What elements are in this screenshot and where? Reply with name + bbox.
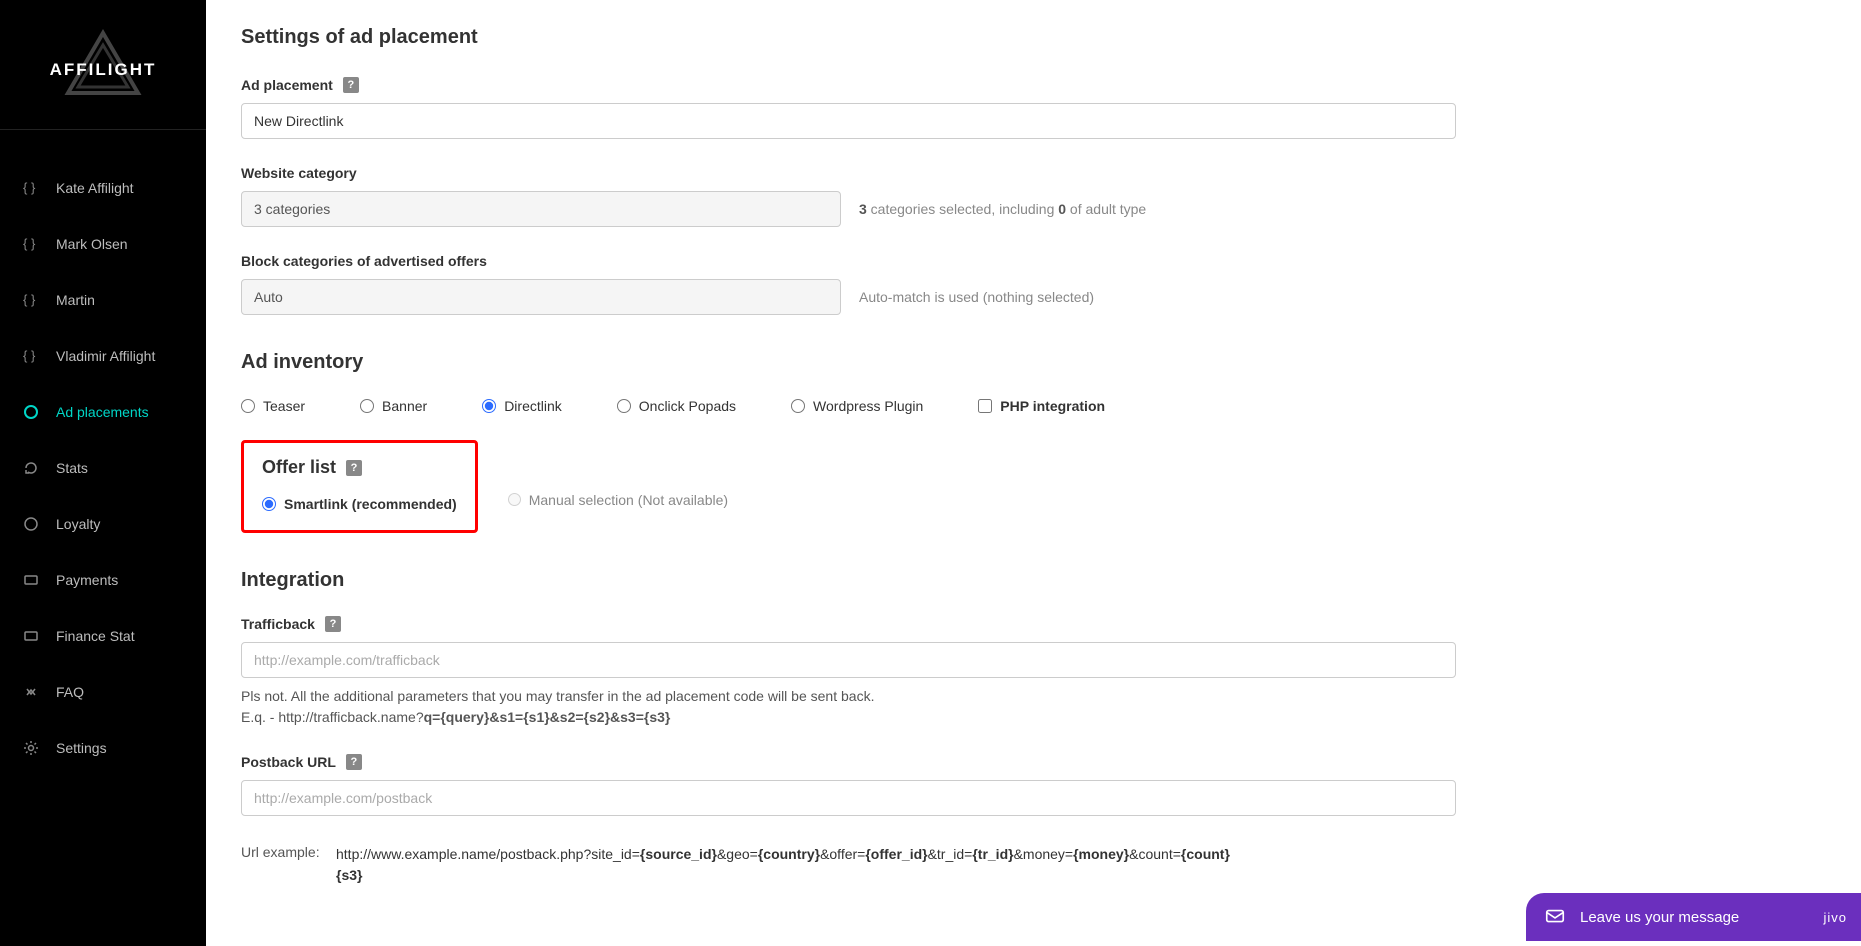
refresh-icon	[22, 459, 40, 477]
inventory-teaser[interactable]: Teaser	[241, 398, 305, 414]
section-title-ad-inventory: Ad inventory	[241, 351, 1826, 374]
label-trafficback: Trafficback ?	[241, 616, 1826, 632]
sidebar-item-label: Mark Olsen	[56, 236, 128, 252]
sidebar-item-faq[interactable]: FAQ	[0, 664, 206, 720]
chat-widget[interactable]: Leave us your message jivo	[1526, 893, 1861, 941]
diamond-icon	[22, 683, 40, 701]
sidebar-item-ad-placements[interactable]: Ad placements	[0, 384, 206, 440]
website-category-input[interactable]	[241, 191, 841, 227]
gear-icon	[22, 739, 40, 757]
sidebar-item-label: Vladimir Affilight	[56, 348, 155, 364]
braces-icon: { }	[22, 179, 40, 197]
help-icon[interactable]: ?	[325, 616, 341, 632]
sidebar-item-vladimir[interactable]: { } Vladimir Affilight	[0, 328, 206, 384]
sidebar-item-label: Finance Stat	[56, 628, 135, 644]
svg-text:{ }: { }	[23, 236, 36, 251]
label-block-categories: Block categories of advertised offers	[241, 253, 1826, 269]
chat-text: Leave us your message	[1580, 909, 1739, 926]
brand-logo: AFFILIGHT	[0, 0, 206, 130]
trafficback-hint: Pls not. All the additional parameters t…	[241, 686, 1826, 728]
sidebar-item-settings[interactable]: Settings	[0, 720, 206, 776]
help-icon[interactable]: ?	[346, 754, 362, 770]
section-title-offer-list: Offer list ?	[262, 457, 457, 478]
sidebar-item-label: Stats	[56, 460, 88, 476]
ad-inventory-options: Teaser Banner Directlink Onclick Popads …	[241, 398, 1826, 414]
sidebar-item-stats[interactable]: Stats	[0, 440, 206, 496]
sidebar-item-martin[interactable]: { } Martin	[0, 272, 206, 328]
braces-icon: { }	[22, 347, 40, 365]
braces-icon: { }	[22, 291, 40, 309]
sidebar-item-label: Kate Affilight	[56, 180, 134, 196]
help-icon[interactable]: ?	[343, 77, 359, 93]
inventory-wordpress[interactable]: Wordpress Plugin	[791, 398, 923, 414]
inventory-directlink[interactable]: Directlink	[482, 398, 562, 414]
offer-manual: Manual selection	[508, 492, 634, 508]
sidebar-item-mark[interactable]: { } Mark Olsen	[0, 216, 206, 272]
card-icon	[22, 571, 40, 589]
svg-text:{ }: { }	[23, 180, 36, 195]
ad-placement-input[interactable]	[241, 103, 1456, 139]
trafficback-input[interactable]	[241, 642, 1456, 678]
inventory-php[interactable]: PHP integration	[978, 398, 1105, 414]
braces-icon: { }	[22, 235, 40, 253]
offer-not-available: (Not available)	[638, 492, 728, 508]
website-category-hint: 3 categories selected, including 0 of ad…	[859, 201, 1146, 217]
sidebar-item-label: FAQ	[56, 684, 84, 700]
svg-text:{ }: { }	[23, 348, 36, 363]
sidebar-item-payments[interactable]: Payments	[0, 552, 206, 608]
help-icon[interactable]: ?	[346, 460, 362, 476]
postback-input[interactable]	[241, 780, 1456, 816]
main-content: Settings of ad placement Ad placement ? …	[206, 0, 1861, 946]
url-example: Url example: http://www.example.name/pos…	[241, 844, 1826, 886]
circle-outline-icon	[22, 515, 40, 533]
offer-smartlink[interactable]: Smartlink (recommended)	[262, 496, 457, 512]
sidebar-item-label: Payments	[56, 572, 118, 588]
sidebar: AFFILIGHT { } Kate Affilight { } Mark Ol…	[0, 0, 206, 946]
sidebar-item-finance-stat[interactable]: Finance Stat	[0, 608, 206, 664]
url-example-label: Url example:	[241, 844, 336, 860]
sidebar-item-label: Ad placements	[56, 404, 149, 420]
card-icon	[22, 627, 40, 645]
url-example-value: http://www.example.name/postback.php?sit…	[336, 844, 1826, 886]
section-title-settings: Settings of ad placement	[241, 26, 1826, 49]
brand-text: AFFILIGHT	[50, 60, 157, 79]
label-postback: Postback URL ?	[241, 754, 1826, 770]
svg-text:{ }: { }	[23, 292, 36, 307]
offer-list-highlight: Offer list ? Smartlink (recommended)	[241, 440, 478, 533]
label-website-category: Website category	[241, 165, 1826, 181]
sidebar-item-label: Settings	[56, 740, 107, 756]
inventory-banner[interactable]: Banner	[360, 398, 427, 414]
sidebar-item-kate[interactable]: { } Kate Affilight	[0, 160, 206, 216]
sidebar-item-label: Loyalty	[56, 516, 100, 532]
circle-ring-icon	[22, 403, 40, 421]
sidebar-item-label: Martin	[56, 292, 95, 308]
chat-brand: jivo	[1823, 910, 1847, 925]
label-ad-placement: Ad placement ?	[241, 77, 1826, 93]
chat-icon	[1544, 906, 1566, 928]
sidebar-item-loyalty[interactable]: Loyalty	[0, 496, 206, 552]
block-categories-input[interactable]	[241, 279, 841, 315]
block-categories-hint: Auto-match is used (nothing selected)	[859, 289, 1094, 305]
inventory-onclick[interactable]: Onclick Popads	[617, 398, 736, 414]
section-title-integration: Integration	[241, 569, 1826, 592]
